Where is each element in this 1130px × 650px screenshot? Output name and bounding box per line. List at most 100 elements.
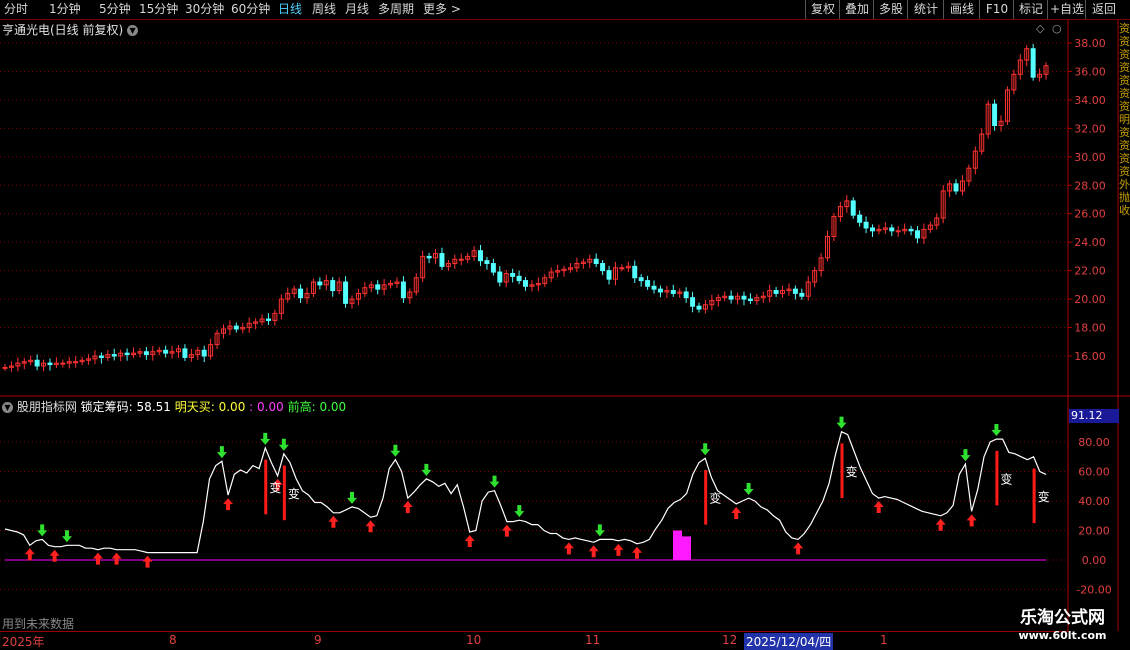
candle-body (587, 258, 593, 263)
candle-body (195, 349, 201, 356)
chart-canvas[interactable]: 变变变变变变 38.0036.0034.0032.0030.0028.0026.… (0, 0, 1130, 650)
candle-body (28, 359, 34, 363)
up-arrow-shape (632, 546, 643, 559)
change-signal-bar (264, 459, 268, 515)
candle-body (41, 362, 47, 367)
candle-body (825, 235, 831, 259)
price-tick-label: 30.00 (1074, 151, 1106, 164)
back-button[interactable]: 返回 (1085, 0, 1122, 19)
candle-body (323, 280, 329, 286)
candle-body (465, 255, 471, 260)
change-signal-bar (995, 450, 999, 506)
candlestick-series (2, 43, 1049, 372)
candle-body (664, 290, 670, 293)
adjust-button[interactable]: 复权 (805, 0, 840, 19)
up-arrow-icon (966, 514, 977, 527)
down-arrow-shape (37, 524, 48, 537)
change-signal-bar (704, 470, 708, 525)
period-multi[interactable]: 多周期 (378, 1, 414, 18)
candle-body (600, 263, 606, 272)
period-weekly[interactable]: 周线 (312, 1, 336, 18)
period-1min[interactable]: 1分钟 (49, 1, 81, 18)
candle-body (959, 180, 965, 192)
candle-body (253, 321, 259, 324)
candle-body (516, 275, 522, 282)
up-arrow-icon (272, 478, 283, 491)
candle-body (182, 348, 188, 358)
candle-body (709, 300, 715, 306)
candle-body (445, 263, 451, 267)
period-daily[interactable]: 日线 (278, 1, 302, 18)
candle-body (34, 359, 40, 367)
multi-stock-button[interactable]: 多股 (873, 0, 908, 19)
down-arrow-shape (743, 483, 754, 496)
candle-body (902, 228, 908, 232)
period-monthly[interactable]: 月线 (345, 1, 369, 18)
candle-body (625, 265, 631, 269)
add-watchlist-button[interactable]: +自选 (1047, 0, 1086, 19)
up-arrow-icon (49, 549, 60, 562)
up-arrow-icon (588, 545, 599, 558)
candle-body (298, 288, 304, 299)
candle-body (92, 355, 98, 360)
down-arrow-shape (260, 432, 271, 445)
candle-body (555, 270, 561, 273)
candle-body (73, 361, 79, 364)
up-arrow-shape (501, 524, 512, 537)
candle-body (233, 325, 239, 330)
candle-body (111, 354, 117, 357)
mark-button[interactable]: 标记 (1013, 0, 1048, 19)
candle-body (227, 325, 233, 330)
candle-body (632, 265, 638, 279)
candle-body (1030, 48, 1036, 78)
period-60min[interactable]: 60分钟 (231, 1, 270, 18)
candle-body (330, 280, 336, 292)
chevron-down-icon[interactable]: ▼ (127, 25, 139, 36)
price-tick-label: 38.00 (1074, 37, 1106, 50)
draw-button[interactable]: 画线 (943, 0, 980, 19)
period-intraday[interactable]: 分时 (4, 1, 28, 18)
candle-body (317, 281, 323, 286)
candle-body (857, 214, 863, 223)
period-15min[interactable]: 15分钟 (139, 1, 178, 18)
period-5min[interactable]: 5分钟 (99, 1, 131, 18)
candle-body (8, 365, 14, 368)
chart-title[interactable]: 亨通光电(日线 前复权) ▼ (2, 21, 139, 38)
candle-body (433, 253, 439, 259)
down-arrow-icon (700, 443, 711, 456)
candle-body (497, 271, 503, 283)
up-arrow-icon (632, 546, 643, 559)
candle-body (86, 358, 92, 361)
down-arrow-shape (836, 416, 847, 429)
candle-body (131, 352, 137, 356)
buy-tomorrow-label: 明天买: (174, 400, 215, 414)
up-arrow-shape (272, 478, 283, 491)
overlay-button[interactable]: 叠加 (839, 0, 874, 19)
candle-body (786, 288, 792, 292)
up-arrow-icon (402, 501, 413, 514)
candle-body (439, 253, 445, 267)
candle-body (285, 292, 291, 300)
candle-body (47, 362, 53, 366)
stats-button[interactable]: 统计 (907, 0, 944, 19)
change-signal-bar (282, 465, 286, 521)
candle-body (741, 295, 747, 300)
watermark-name: 乐淘公式网 (1020, 608, 1105, 628)
diamond-icon[interactable]: ◇ (1036, 22, 1044, 35)
gear-icon[interactable]: ▼ (2, 402, 13, 413)
f10-button[interactable]: F10 (979, 0, 1014, 19)
period-more[interactable]: 更多 > (423, 1, 461, 18)
candle-body (362, 287, 368, 294)
date-cursor-highlight: 2025/12/04/四 (744, 633, 834, 650)
candle-body (870, 227, 875, 232)
candle-body (220, 328, 226, 334)
down-arrow-shape (347, 491, 357, 504)
candle-body (651, 285, 657, 290)
change-signal-bar (1032, 468, 1036, 524)
date-axis: 2025年 8 9 10 11 12 2025/12/04/四 1 (0, 631, 1068, 650)
circle-settings-icon[interactable]: ○ (1052, 22, 1062, 35)
period-30min[interactable]: 30分钟 (185, 1, 224, 18)
up-arrow-shape (588, 545, 599, 558)
candle-body (837, 206, 843, 218)
candle-body (780, 290, 786, 294)
